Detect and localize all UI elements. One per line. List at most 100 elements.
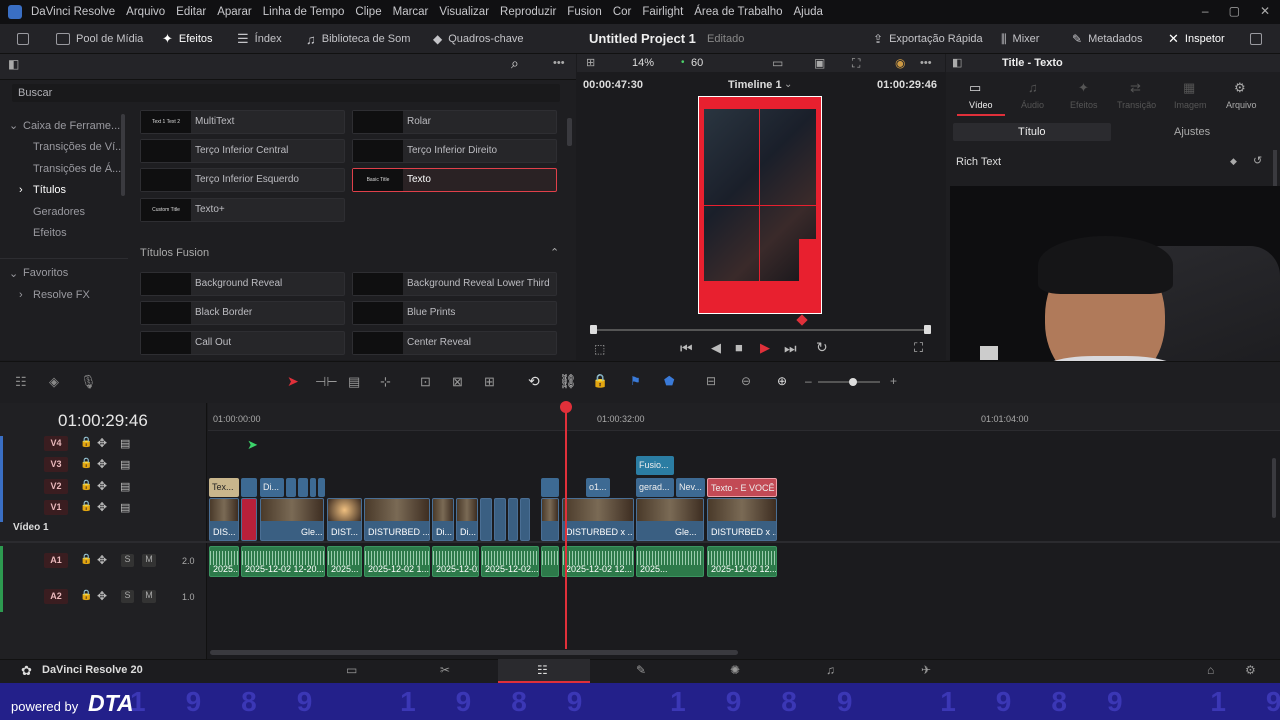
tree-item-resolve-fx[interactable]: Resolve FX	[33, 289, 90, 301]
inspector-button[interactable]: ✕ Inspetor	[1168, 24, 1225, 54]
stop-icon[interactable]: ■	[735, 340, 743, 355]
track-visible-icon[interactable]: ▤	[120, 437, 130, 450]
timeline-clip[interactable]	[520, 498, 530, 541]
eye-icon[interactable]: ◈	[49, 374, 59, 390]
timeline-clip[interactable]: DIST...	[327, 498, 362, 541]
play-icon[interactable]: ▶	[760, 340, 770, 356]
inspector-subtab-settings[interactable]: Ajustes	[1174, 126, 1210, 138]
timeline-clip[interactable]	[241, 478, 257, 497]
keyframe-icon[interactable]: ◆	[1230, 156, 1237, 167]
zoom-dropdown[interactable]: 14%	[632, 57, 654, 69]
chevron-down-icon[interactable]: ⌄	[9, 267, 18, 280]
fusion-tile-center-reveal[interactable]: Center Reveal	[352, 331, 557, 355]
timeline-clip[interactable]	[298, 478, 308, 497]
chevron-down-icon[interactable]: ⌄	[9, 119, 18, 132]
inspector-tab-transition[interactable]: Transição	[1117, 100, 1156, 110]
reset-icon[interactable]: ↺	[1253, 154, 1262, 167]
title-tile-texto-plus[interactable]: Custom Title Texto+	[140, 198, 345, 222]
inspector-toggle-icon[interactable]: ◧	[952, 56, 962, 69]
auto-select-icon[interactable]: ✥	[97, 553, 107, 567]
sidebar-toggle-icon[interactable]: ◧	[8, 57, 19, 71]
cut-page-icon[interactable]: ✂	[440, 663, 450, 677]
loop-icon[interactable]: ↻	[816, 339, 828, 356]
audio-clip[interactable]: 2025-12-02 1...	[364, 546, 430, 577]
sound-library-button[interactable]: ♫ Biblioteca de Som	[306, 24, 410, 54]
blade-tool-icon[interactable]: ⊹	[380, 374, 391, 390]
transform-icon[interactable]: ⛶	[852, 56, 860, 71]
title-tile-lower-third-right[interactable]: Terço Inferior Direito	[352, 139, 557, 163]
lock-icon[interactable]: 🔒	[80, 437, 92, 448]
timeline-clip[interactable]: Di...	[456, 498, 478, 541]
track-v1-label[interactable]: V1	[44, 500, 68, 515]
fusion-tile-background-reveal[interactable]: Background Reveal	[140, 272, 345, 296]
keyframes-button[interactable]: ◆ Quadros-chave	[433, 24, 523, 54]
solo-button[interactable]: S	[121, 554, 134, 567]
audio-clip[interactable]: 2025-12-02...	[481, 546, 539, 577]
track-v2-label[interactable]: V2	[44, 479, 68, 494]
metadata-button[interactable]: ✎ Metadados	[1072, 24, 1143, 54]
menu-item-fairlight[interactable]: Fairlight	[642, 6, 683, 18]
timeline-clip[interactable]: Di...	[432, 498, 454, 541]
menu-item-ajuda[interactable]: Ajuda	[794, 6, 823, 18]
title-tile-lower-third-left[interactable]: Terço Inferior Esquerdo	[140, 168, 345, 192]
fusion-page-icon[interactable]: ✎	[636, 663, 646, 677]
timeline-clip[interactable]: o1...	[586, 478, 610, 497]
zoom-custom-icon[interactable]: ⊕	[777, 374, 787, 388]
timeline-selector[interactable]: Timeline 1	[728, 79, 782, 91]
effects-button[interactable]: ✦ Efeitos	[162, 24, 213, 54]
fusion-tile-blue-prints[interactable]: Blue Prints	[352, 301, 557, 325]
insert-clip-icon[interactable]: ⊡	[420, 374, 431, 390]
timeline-clip[interactable]: gerad...	[636, 478, 674, 497]
timeline-clip[interactable]	[494, 498, 506, 541]
audio-clip[interactable]: 2025-12-02 1...	[432, 546, 479, 577]
skip-back-icon[interactable]: ⏮	[680, 340, 693, 357]
track-v3-label[interactable]: V3	[44, 457, 68, 472]
audio-clip[interactable]: 2025...	[636, 546, 704, 577]
auto-select-icon[interactable]: ✥	[97, 479, 107, 493]
tree-item-generators[interactable]: Geradores	[33, 206, 85, 218]
expand-icon[interactable]	[1250, 24, 1262, 54]
minimize-icon[interactable]: –	[1202, 4, 1209, 18]
menu-item-editar[interactable]: Editar	[176, 6, 206, 18]
title-tile-rolar[interactable]: Rolar	[352, 110, 557, 134]
audio-clip[interactable]	[541, 546, 559, 577]
index-button[interactable]: ☰ Índex	[237, 24, 282, 54]
timeline-clip[interactable]: Gle...	[636, 498, 704, 541]
viewer-scrubber[interactable]	[593, 329, 929, 331]
inspector-tab-video[interactable]: Vídeo	[969, 100, 993, 110]
zoom-in-icon[interactable]: +	[890, 374, 897, 388]
timeline-clip[interactable]: Nev...	[676, 478, 705, 497]
timeline-clip[interactable]: DISTURBED x ...	[707, 498, 777, 541]
effects-search-input[interactable]: Buscar	[12, 84, 560, 102]
menu-item-arquivo[interactable]: Arquivo	[126, 6, 165, 18]
marker-icon[interactable]: ⬟	[664, 374, 674, 388]
timeline-clip[interactable]: DIS...	[209, 498, 239, 541]
lock-icon[interactable]: 🔒	[80, 554, 92, 565]
snapping-icon[interactable]: ⟲	[528, 373, 540, 390]
inspector-tab-file[interactable]: Arquivo	[1226, 100, 1257, 110]
tree-item-audio-transitions[interactable]: Transições de Á...	[33, 163, 121, 175]
lock-icon[interactable]: 🔒	[80, 501, 92, 512]
inspector-tab-image[interactable]: Imagem	[1174, 100, 1207, 110]
timeline-clip[interactable]	[241, 498, 257, 541]
timeline-playhead[interactable]	[565, 403, 567, 649]
scrub-start-handle[interactable]	[590, 325, 597, 334]
scrub-end-handle[interactable]	[924, 325, 931, 334]
timeline-clip-selected[interactable]: Texto - E VOCÊ	[707, 478, 777, 497]
tree-item-toolbox[interactable]: Caixa de Ferrame...	[23, 120, 120, 132]
view-options-icon[interactable]: ⊞	[586, 56, 595, 69]
title-tile-multitext[interactable]: Text 1 Text 2 MultiText	[140, 110, 345, 134]
tiles-scrollbar[interactable]	[567, 118, 572, 146]
mute-button[interactable]: M	[142, 554, 156, 567]
link-icon[interactable]: ⛓	[559, 373, 577, 390]
timeline-horizontal-scrollbar[interactable]	[210, 650, 738, 655]
aspect-icon[interactable]: ▭	[772, 56, 783, 70]
timeline-vertical-scrollbar[interactable]	[1272, 458, 1276, 518]
inspector-tab-effects[interactable]: Efeitos	[1070, 100, 1098, 110]
reverse-play-icon[interactable]: ◀	[711, 340, 721, 356]
menu-item-area-de-trabalho[interactable]: Área de Trabalho	[694, 6, 782, 18]
menu-item-marcar[interactable]: Marcar	[393, 6, 429, 18]
fusion-tile-black-border[interactable]: Black Border	[140, 301, 345, 325]
zoom-out-icon[interactable]: –	[805, 374, 812, 388]
video-audio-divider[interactable]	[0, 541, 1280, 543]
